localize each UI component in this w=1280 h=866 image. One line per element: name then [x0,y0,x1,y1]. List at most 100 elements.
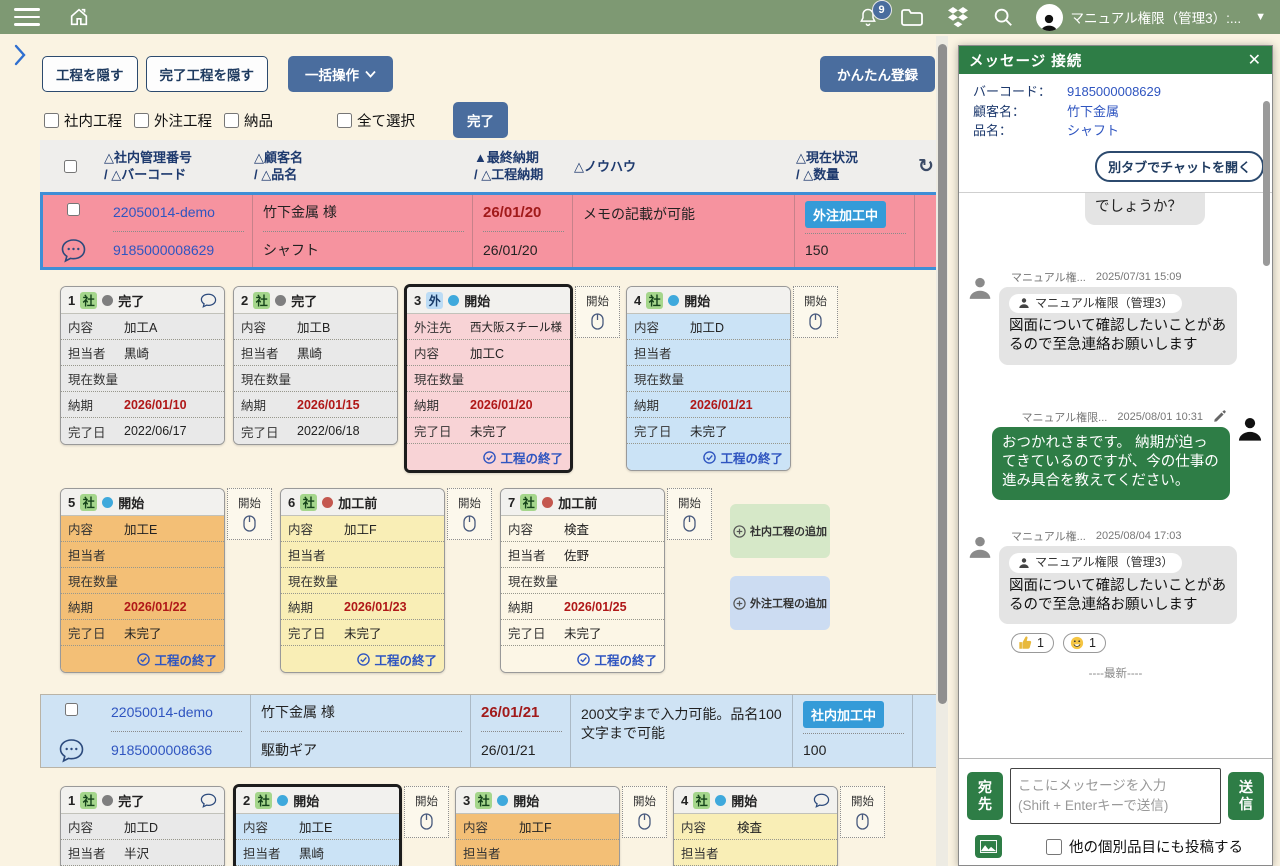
card-chat-icon[interactable] [813,793,830,808]
own-avatar [1236,409,1264,500]
search-icon[interactable] [992,6,1014,28]
process-card-2-selected[interactable]: 2 社 開始 内容加工E 担当者黒崎 現在数量 [233,784,402,866]
chat-bubble-icon[interactable] [60,238,87,263]
attach-image-button[interactable] [975,835,1002,858]
dropbox-icon[interactable] [946,6,970,28]
message-text: 図面について確認したいことがあるので至急連絡お願いします [1009,317,1227,355]
item-row-2[interactable]: 22050014-demo 9185000008636 竹下金属 様 駆動ギア … [40,694,940,768]
start-drag-handle[interactable]: 開始 [447,488,492,540]
process-card-2[interactable]: 2 社 完了 内容加工B 担当者黒崎 現在数量 納期2026/01/15 完了日… [233,286,398,445]
item-barcode-link[interactable]: 9185000008636 [111,739,242,761]
final-due-date: 26/01/21 [481,701,562,723]
recipient-button[interactable]: 宛先 [967,772,1003,820]
col-customer-header[interactable]: △顧客名/ △品名 [250,149,470,183]
end-process-link[interactable]: 工程の終了 [61,646,224,672]
process-card-3[interactable]: 3 社 開始 内容加工F 担当者 現在数量 [455,786,620,866]
end-process-link[interactable]: 工程の終了 [627,444,790,470]
complete-button[interactable]: 完了 [453,102,508,138]
folder-icon[interactable] [900,7,924,27]
start-drag-handle[interactable]: 開始 [404,786,449,838]
start-drag-handle[interactable]: 開始 [227,488,272,540]
user-menu[interactable]: マニュアル権限（管理3）:... ▼ [1036,4,1267,31]
send-button[interactable]: 送信 [1228,772,1264,820]
header-select-checkbox[interactable] [64,160,77,173]
start-drag-handle[interactable]: 開始 [840,786,885,838]
main-scrollbar[interactable] [936,36,948,866]
process-card-7[interactable]: 7 社 加工前 内容検査 担当者佐野 現在数量 納期2026/01/25 完了日… [500,488,665,673]
hide-process-button[interactable]: 工程を隠す [42,56,138,92]
item-id-link[interactable]: 22050014-demo [113,201,244,223]
edit-pencil-icon[interactable] [1213,410,1226,423]
status-dot [102,497,113,508]
end-process-link[interactable]: 工程の終了 [281,646,444,672]
add-external-process-button[interactable]: 外注工程の追加 [730,576,830,630]
close-icon[interactable]: ✕ [1248,50,1262,70]
start-drag-handle[interactable]: 開始 [793,286,838,338]
start-drag-handle[interactable]: 開始 [667,488,712,540]
item-id-link[interactable]: 22050014-demo [111,701,242,723]
post-to-other-items[interactable]: 他の個別品目にも投稿する [1046,836,1243,857]
smile-icon [1070,636,1084,650]
status-dot [102,295,113,306]
process-card-4[interactable]: 4 社 開始 内容加工D 担当者 現在数量 納期2026/01/21 完了日未完… [626,286,791,471]
thumbs-up-reaction[interactable]: 1 [1011,633,1054,653]
delivery-checkbox[interactable] [224,113,239,128]
knowhow-text: 200文字まで入力可能。品名100文字まで可能 [581,701,784,743]
image-icon [980,840,997,853]
external-process-checkbox[interactable] [134,113,149,128]
internal-process-checkbox[interactable] [44,113,59,128]
item-row-1[interactable]: 22050014-demo 9185000008629 竹下金属 様 シャフト … [40,192,940,270]
chat-message-own: マニュアル権限... 2025/08/01 10:31 おつかれさまです。 納期… [967,409,1264,500]
notifications-bell-icon[interactable]: 9 [858,6,878,28]
start-drag-handle[interactable]: 開始 [622,786,667,838]
final-due-date: 26/01/20 [483,201,564,223]
top-bar: 9 マニュアル権限（管理3）:... ▼ [0,0,1280,34]
status-badge: 社内加工中 [803,701,884,728]
end-process-link[interactable]: 工程の終了 [407,444,570,470]
process-card-4[interactable]: 4 社 開始 内容検査 担当者 現在数量 [673,786,838,866]
card-chat-icon[interactable] [200,293,217,308]
row1-checkbox[interactable] [67,203,80,216]
chat-message: マニュアル権... 2025/07/31 15:09 マニュアル権限（管理3） … [967,269,1264,365]
col-status-header[interactable]: △現在状況/ △数量 [792,149,912,183]
scrollbar-thumb[interactable] [938,44,947,704]
message-input[interactable] [1010,768,1221,824]
chat-bubble-icon[interactable] [58,738,85,763]
status-dot [277,795,288,806]
hamburger-menu-icon[interactable] [14,8,40,26]
process-card-5[interactable]: 5 社 開始 内容加工E 担当者 現在数量 納期2026/01/22 完了日未完… [60,488,225,673]
smile-reaction[interactable]: 1 [1063,633,1106,653]
start-drag-handle[interactable]: 開始 [575,286,620,338]
person-icon [1018,297,1030,309]
process-card-3-selected[interactable]: 3 外 開始 外注先西大阪スチール様 内容加工C 現在数量 納期2026/01/… [404,284,573,473]
check-circle-icon [703,451,716,464]
process-card-1[interactable]: 1 社 完了 内容加工A 担当者黒崎 現在数量 納期2026/01/10 完了日… [60,286,225,445]
select-all[interactable]: 全て選択 [337,110,415,131]
thumbs-up-icon [1018,636,1032,650]
collapse-panel-icon[interactable] [14,44,26,66]
filter-delivery[interactable]: 納品 [224,110,273,131]
col-due-header[interactable]: ▲最終納期/ △工程納期 [470,149,570,183]
filter-internal-process[interactable]: 社内工程 [44,110,122,131]
internal-type-badge: 社 [693,792,710,809]
item-barcode-link[interactable]: 9185000008629 [113,239,244,261]
chevron-down-icon: ▼ [1255,11,1266,23]
col-knowhow-header[interactable]: △ノウハウ [570,158,792,175]
col-id-header[interactable]: △社内管理番号/ △バーコード [100,149,250,183]
message-panel-header[interactable]: メッセージ 接続 ✕ [959,46,1272,74]
process-card-6[interactable]: 6 社 加工前 内容加工F 担当者 現在数量 納期2026/01/23 完了日未… [280,488,445,673]
home-icon[interactable] [68,6,90,28]
easy-register-button[interactable]: かんたん登録 [820,56,935,92]
end-process-link[interactable]: 工程の終了 [501,646,664,672]
mouse-icon [638,813,651,830]
process-card-1[interactable]: 1 社 完了 内容加工D 担当者半沢 現在数量 [60,786,225,866]
post-other-checkbox[interactable] [1046,839,1062,855]
card-chat-icon[interactable] [200,793,217,808]
hide-completed-button[interactable]: 完了工程を隠す [146,56,269,92]
row2-checkbox[interactable] [65,703,78,716]
open-chat-new-tab-button[interactable]: 別タブでチャットを開く [1095,151,1264,182]
bulk-action-button[interactable]: 一括操作 [288,56,393,92]
filter-external-process[interactable]: 外注工程 [134,110,212,131]
add-internal-process-button[interactable]: 社内工程の追加 [730,504,830,558]
select-all-checkbox[interactable] [337,113,352,128]
